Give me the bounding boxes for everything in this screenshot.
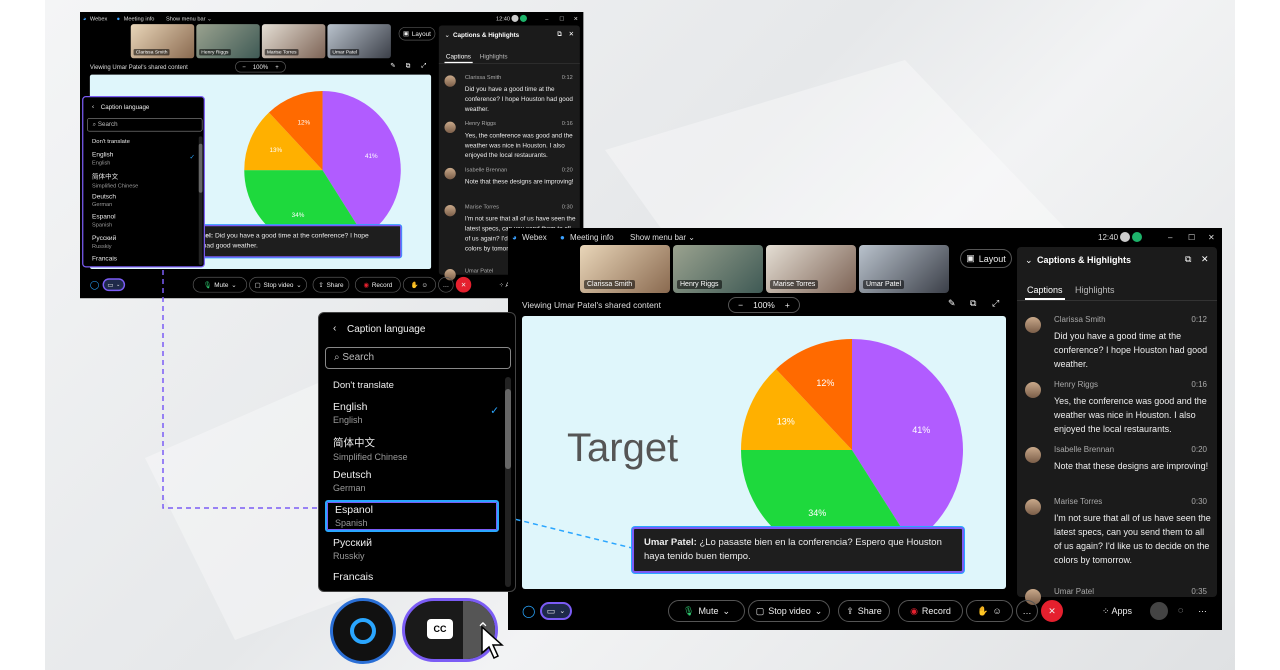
scrollbar[interactable] — [505, 377, 511, 587]
webex-ai-icon — [350, 618, 376, 644]
back-icon[interactable]: ‹ — [333, 323, 336, 334]
connector-lines — [162, 270, 633, 549]
webex-ai-button[interactable] — [330, 598, 396, 664]
language-name: Deutsch — [333, 469, 372, 481]
checkmark-icon: ✓ — [490, 405, 499, 417]
language-sub: Spanish — [335, 518, 368, 528]
language-name: English — [333, 401, 368, 413]
search-placeholder: Search — [342, 352, 375, 363]
language-option-german[interactable]: Deutsch German — [325, 467, 499, 499]
cc-icon: CC — [427, 619, 453, 639]
language-search-input[interactable]: ⌕ Search — [325, 347, 511, 369]
language-sub: English — [333, 415, 363, 425]
language-name: 简体中文 — [333, 437, 375, 449]
language-sub: Simplified Chinese — [333, 452, 408, 462]
dont-translate-option[interactable]: Don't translate — [333, 380, 394, 391]
menu-title: Caption language — [347, 324, 426, 335]
language-option-russian[interactable]: Русский Russkiy — [325, 535, 499, 567]
cursor-icon — [481, 625, 504, 660]
language-option-spanish[interactable]: Espanol Spanish — [325, 500, 499, 532]
language-option-french[interactable]: Francais — [325, 569, 499, 601]
cc-label: CC — [433, 624, 447, 634]
language-sub: Russkiy — [333, 551, 365, 561]
language-option-chinese[interactable]: 简体中文 Simplified Chinese — [325, 433, 499, 465]
language-name: Русский — [333, 537, 372, 549]
language-option-english[interactable]: English English ✓ — [325, 399, 499, 431]
language-sub: German — [333, 483, 366, 493]
caption-language-menu: ‹ Caption language ⌕ Search Don't transl… — [318, 312, 516, 592]
language-name: Espanol — [335, 504, 373, 516]
language-name: Francais — [333, 571, 374, 583]
